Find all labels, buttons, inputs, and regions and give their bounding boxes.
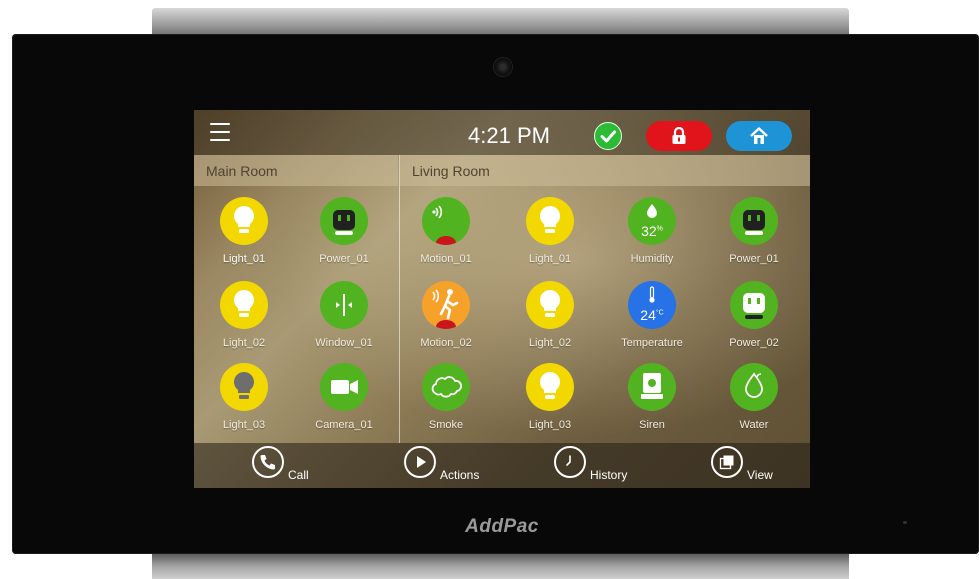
device-tile-living-power-01[interactable]: Power_01 [706,197,802,277]
device-tile-motion-02[interactable]: Motion_02 [398,281,494,361]
home-alarm-button[interactable] [726,121,792,151]
device-tile-humidity[interactable]: 32% Humidity [604,197,700,277]
lock-button[interactable] [646,121,712,151]
device-label: Water [739,419,769,431]
device-tile-light-03[interactable]: Light_03 [196,363,292,443]
device-tile-living-light-01[interactable]: Light_01 [502,197,598,277]
device-tile-siren[interactable]: Siren [604,363,700,443]
device-label: Power_02 [729,337,779,349]
device-label: Light_01 [222,253,266,265]
brand-logo: AddPac [465,516,539,537]
clock-icon [554,446,586,478]
status-led [903,521,907,524]
view-icon [711,446,743,478]
check-icon[interactable] [594,122,622,150]
device-label: Light_03 [222,419,266,431]
bulb-icon [526,197,574,245]
phone-icon [252,446,284,478]
humidity-unit: % [656,225,663,233]
humidity-value: 32 [641,223,657,239]
bulb-icon [220,363,268,411]
device-tile-water[interactable]: Water [706,363,802,443]
bulb-icon [526,363,574,411]
device-tile-temperature[interactable]: 24°C Temperature [604,281,700,361]
menu-icon[interactable] [210,123,230,141]
touch-screen: 4:21 PM Main Room Living Room Light_01 P… [194,110,810,488]
bottom-nav: Call Actions History View [194,443,810,488]
home-alarm-icon [750,127,768,144]
device-tile-power-02[interactable]: Power_02 [706,281,802,361]
wall-mount-bottom [152,554,849,579]
cloud-icon [422,363,470,411]
device-label: Temperature [621,337,683,349]
bulb-icon [526,281,574,329]
status-bar: 4:21 PM [194,110,810,155]
temperature-unit: °C [655,309,664,317]
device-label: Siren [639,419,665,431]
front-camera [494,58,512,76]
device-label: Light_03 [528,419,572,431]
thermometer-icon: 24°C [628,281,676,329]
actions-button[interactable]: Actions [404,446,494,486]
device-label: Power_01 [319,253,369,265]
device-label: Camera_01 [315,419,373,431]
device-tile-motion-01[interactable]: Motion_01 [398,197,494,277]
device-tile-camera-01[interactable]: Camera_01 [296,363,392,443]
nav-label: Call [288,468,309,482]
outlet-icon [730,197,778,245]
temperature-value: 24 [640,307,656,323]
device-label: Light_02 [528,337,572,349]
device-tile-living-light-02[interactable]: Light_02 [502,281,598,361]
outlet-icon [730,281,778,329]
device-label: Motion_01 [420,253,472,265]
device-label: Motion_02 [420,337,472,349]
wall-mount-top [152,8,849,36]
device-tile-light-02[interactable]: Light_02 [196,281,292,361]
device-label: Power_01 [729,253,779,265]
play-icon [404,446,436,478]
nav-label: View [747,468,773,482]
device-label: Window_01 [315,337,373,349]
walking-person-icon [422,281,470,329]
device-label: Humidity [630,253,674,265]
device-tile-window-01[interactable]: Window_01 [296,281,392,361]
motion-icon [422,197,470,245]
room-header-living[interactable]: Living Room [400,155,810,186]
device-tile-smoke[interactable]: Smoke [398,363,494,443]
lock-icon [672,127,686,144]
device-tile-living-light-03[interactable]: Light_03 [502,363,598,443]
bulb-icon [220,281,268,329]
siren-icon [628,363,676,411]
history-button[interactable]: History [554,446,644,486]
call-button[interactable]: Call [252,446,324,486]
camera-icon [320,363,368,411]
view-button[interactable]: View [711,446,791,486]
window-icon [320,281,368,329]
humidity-icon: 32% [628,197,676,245]
device-label: Light_02 [222,337,266,349]
device-tile-power-01[interactable]: Power_01 [296,197,392,277]
device-label: Light_01 [528,253,572,265]
outlet-icon [320,197,368,245]
bulb-icon [220,197,268,245]
nav-label: History [590,468,628,482]
room-header-main[interactable]: Main Room [194,155,398,186]
nav-label: Actions [440,468,480,482]
device-tile-light-01[interactable]: Light_01 [196,197,292,277]
water-drop-icon [730,363,778,411]
clock: 4:21 PM [468,123,550,148]
device-label: Smoke [428,419,464,431]
